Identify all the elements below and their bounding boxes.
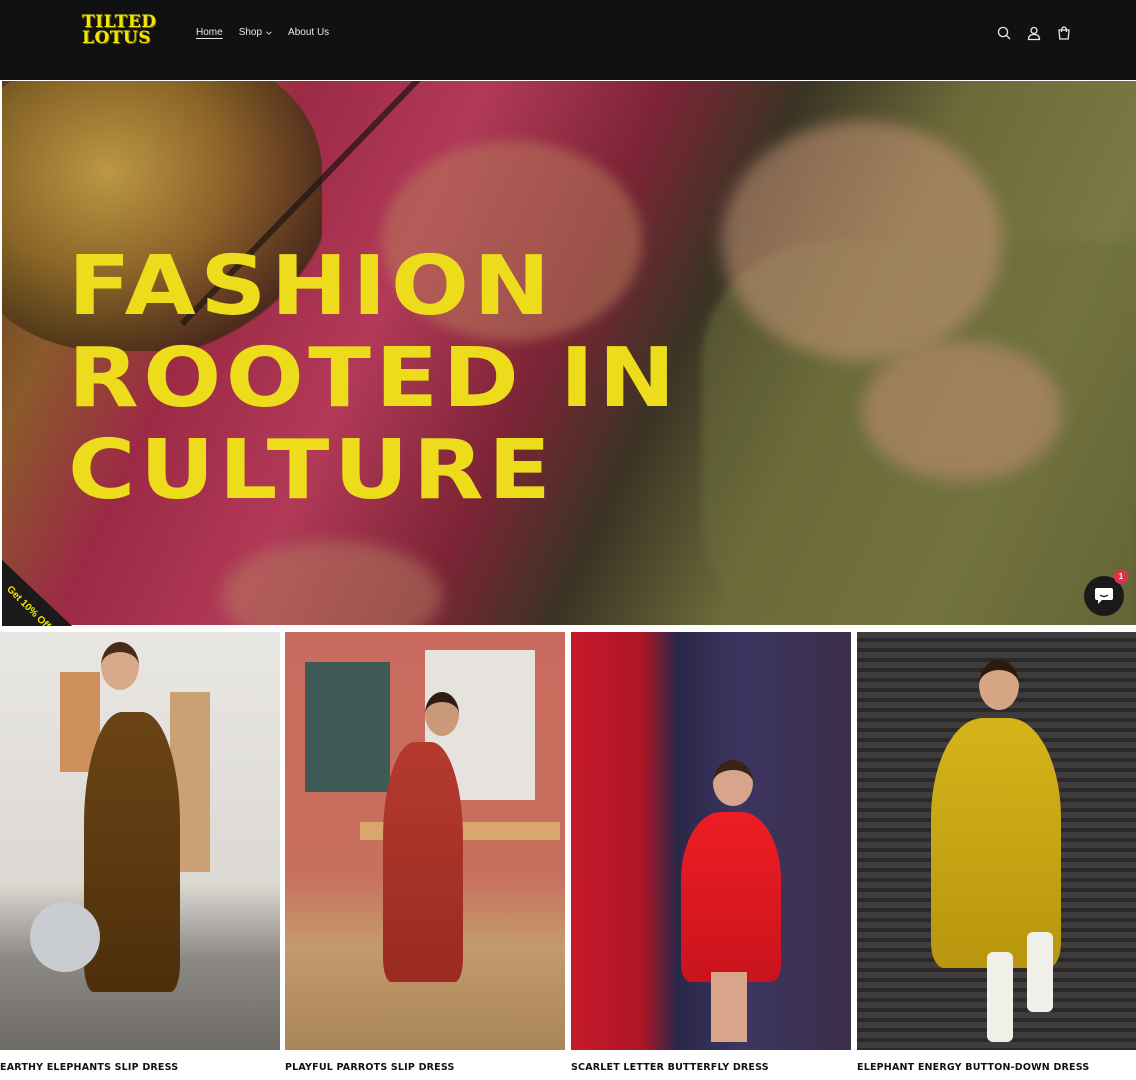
nav-shop[interactable]: Shop <box>239 27 272 38</box>
dress-figure <box>84 712 180 992</box>
chat-notification-badge: 1 <box>1114 570 1128 584</box>
dress-figure <box>383 742 463 982</box>
model-head <box>713 760 753 806</box>
hero-title-line-2: ROOTED IN <box>68 331 680 426</box>
site-logo[interactable]: TILTED LOTUS <box>82 14 160 48</box>
product-name[interactable]: ELEPHANT ENERGY BUTTON-DOWN DRESS <box>857 1062 1136 1073</box>
background-beanbag <box>30 902 100 972</box>
nav-about[interactable]: About Us <box>288 27 329 38</box>
nav-about-label: About Us <box>288 27 330 38</box>
product-name[interactable]: PLAYFUL PARROTS SLIP DRESS <box>285 1062 565 1073</box>
model-boots <box>1027 932 1053 1012</box>
product-name[interactable]: SCARLET LETTER BUTTERFLY DRESS <box>571 1062 851 1073</box>
hero-banner: FASHION ROOTED IN CULTURE <box>2 81 1136 625</box>
model-boots <box>987 952 1013 1042</box>
product-name[interactable]: EARTHY ELEPHANTS SLIP DRESS <box>0 1062 280 1073</box>
chat-icon <box>1095 588 1113 604</box>
product-card[interactable]: ELEPHANT ENERGY BUTTON-DOWN DRESS <box>857 632 1136 1080</box>
product-grid: EARTHY ELEPHANTS SLIP DRESS PLAYFUL PARR… <box>0 632 1136 1080</box>
account-icon[interactable] <box>1026 25 1042 41</box>
background-painting <box>305 662 390 792</box>
nav-home-label: Home <box>196 27 223 38</box>
dress-figure <box>931 718 1061 968</box>
model-head <box>101 642 139 690</box>
hero-title: FASHION ROOTED IN CULTURE <box>68 241 680 517</box>
product-image[interactable] <box>857 632 1136 1050</box>
model-legs <box>711 972 747 1042</box>
site-header: TILTED LOTUS Home Shop About Us <box>0 0 1136 80</box>
logo-line-2: LOTUS <box>82 28 152 48</box>
product-image[interactable] <box>571 632 851 1050</box>
product-image[interactable] <box>0 632 280 1050</box>
hero-photo-shape <box>862 341 1062 481</box>
product-card[interactable]: EARTHY ELEPHANTS SLIP DRESS <box>0 632 280 1080</box>
search-icon[interactable] <box>996 25 1012 41</box>
product-image[interactable] <box>285 632 565 1050</box>
hero-title-line-3: CULTURE <box>68 423 556 518</box>
product-card[interactable]: SCARLET LETTER BUTTERFLY DRESS <box>571 632 851 1080</box>
main-nav: Home Shop About Us <box>196 27 329 38</box>
hero-title-line-1: FASHION <box>68 239 555 334</box>
cart-icon[interactable] <box>1056 25 1072 41</box>
hero-photo-shape <box>222 541 442 625</box>
chevron-down-icon <box>266 31 272 35</box>
model-head <box>425 692 459 736</box>
dress-figure <box>681 812 781 982</box>
hero-photo-shape <box>722 121 1002 361</box>
nav-home[interactable]: Home <box>196 27 223 38</box>
model-head <box>979 660 1019 710</box>
discount-badge[interactable]: Get 10% Off <box>2 560 72 626</box>
product-card[interactable]: PLAYFUL PARROTS SLIP DRESS <box>285 632 565 1080</box>
header-actions <box>996 25 1072 41</box>
nav-shop-label: Shop <box>238 27 263 38</box>
